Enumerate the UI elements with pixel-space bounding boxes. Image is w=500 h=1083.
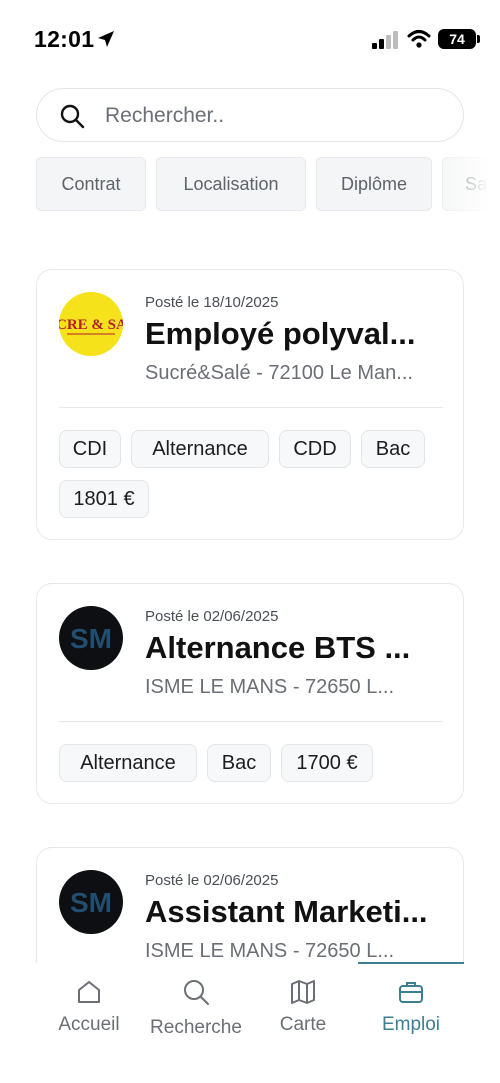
company-logo: SM bbox=[59, 870, 123, 934]
job-tag: CDI bbox=[59, 430, 121, 468]
card-divider bbox=[59, 407, 443, 408]
status-time: 12:01 bbox=[34, 26, 95, 52]
wifi-icon bbox=[407, 30, 431, 48]
search-input[interactable] bbox=[105, 99, 445, 133]
nav-label: Recherche bbox=[150, 1017, 242, 1038]
sucre-sale-logo-icon: UCRE & SAL bbox=[59, 317, 123, 335]
filter-chip-label: Localisation bbox=[183, 173, 279, 194]
job-card[interactable]: SM Posté le 02/06/2025 Alternance BTS ..… bbox=[36, 583, 464, 804]
job-tag: 1801 € bbox=[59, 480, 149, 518]
filter-bar: Contrat Localisation Diplôme Sa bbox=[0, 157, 500, 211]
svg-text:UCRE & SAL: UCRE & SAL bbox=[59, 317, 123, 333]
job-posted-date: Posté le 02/06/2025 bbox=[145, 608, 279, 625]
filter-chip-diplome[interactable]: Diplôme bbox=[316, 157, 432, 211]
filter-chip-contrat[interactable]: Contrat bbox=[36, 157, 146, 211]
cellular-signal-icon bbox=[372, 31, 398, 49]
nav-label: Emploi bbox=[381, 1014, 441, 1035]
isme-logo-icon: SM bbox=[70, 887, 112, 918]
nav-item-emploi[interactable]: Emploi bbox=[356, 972, 466, 1052]
company-logo: UCRE & SAL bbox=[59, 292, 123, 356]
job-tag: CDD bbox=[279, 430, 351, 468]
job-title: Alternance BTS ... bbox=[145, 630, 411, 665]
card-divider bbox=[59, 721, 443, 722]
isme-logo-icon: SM bbox=[70, 623, 112, 654]
nav-item-carte[interactable]: Carte bbox=[248, 972, 358, 1052]
location-arrow-icon bbox=[98, 31, 114, 47]
status-bar: 12:01 74 bbox=[0, 0, 500, 78]
company-logo: SM bbox=[59, 606, 123, 670]
job-posted-date: Posté le 18/10/2025 bbox=[145, 294, 279, 311]
search-icon bbox=[184, 980, 209, 1005]
filter-chip-label: Contrat bbox=[61, 173, 121, 194]
nav-label: Accueil bbox=[58, 1014, 120, 1035]
nav-active-indicator bbox=[358, 962, 464, 964]
job-tag: 1700 € bbox=[281, 744, 373, 782]
job-company: ISME LE MANS - 72650 L... bbox=[145, 676, 394, 698]
svg-text:SM: SM bbox=[70, 623, 112, 654]
battery-indicator: 74 bbox=[438, 29, 480, 49]
job-card[interactable]: UCRE & SAL Posté le 18/10/2025 Employé p… bbox=[36, 269, 464, 540]
job-posted-date: Posté le 02/06/2025 bbox=[145, 872, 279, 889]
map-icon bbox=[291, 980, 315, 1004]
filter-chip-localisation[interactable]: Localisation bbox=[156, 157, 306, 211]
battery-level: 74 bbox=[449, 31, 465, 47]
job-title: Assistant Marketi... bbox=[145, 894, 428, 929]
filter-fade-overlay bbox=[430, 157, 500, 211]
nav-item-accueil[interactable]: Accueil bbox=[34, 972, 144, 1052]
job-company: ISME LE MANS - 72650 L... bbox=[145, 940, 394, 962]
briefcase-icon bbox=[399, 982, 423, 1003]
job-title: Employé polyval... bbox=[145, 316, 416, 351]
job-tag: Alternance bbox=[131, 430, 269, 468]
job-tag: Bac bbox=[207, 744, 271, 782]
search-icon bbox=[60, 104, 85, 129]
search-bar[interactable] bbox=[36, 88, 464, 142]
nav-label: Carte bbox=[279, 1014, 327, 1035]
svg-text:SM: SM bbox=[70, 887, 112, 918]
bottom-nav: Accueil Recherche Carte Emploi bbox=[0, 962, 500, 1083]
nav-item-recherche[interactable]: Recherche bbox=[141, 972, 251, 1052]
job-company: Sucré&Salé - 72100 Le Man... bbox=[145, 362, 413, 384]
job-tag: Alternance bbox=[59, 744, 197, 782]
home-icon bbox=[78, 981, 100, 1003]
job-tag: Bac bbox=[361, 430, 425, 468]
filter-chip-label: Diplôme bbox=[340, 173, 408, 194]
